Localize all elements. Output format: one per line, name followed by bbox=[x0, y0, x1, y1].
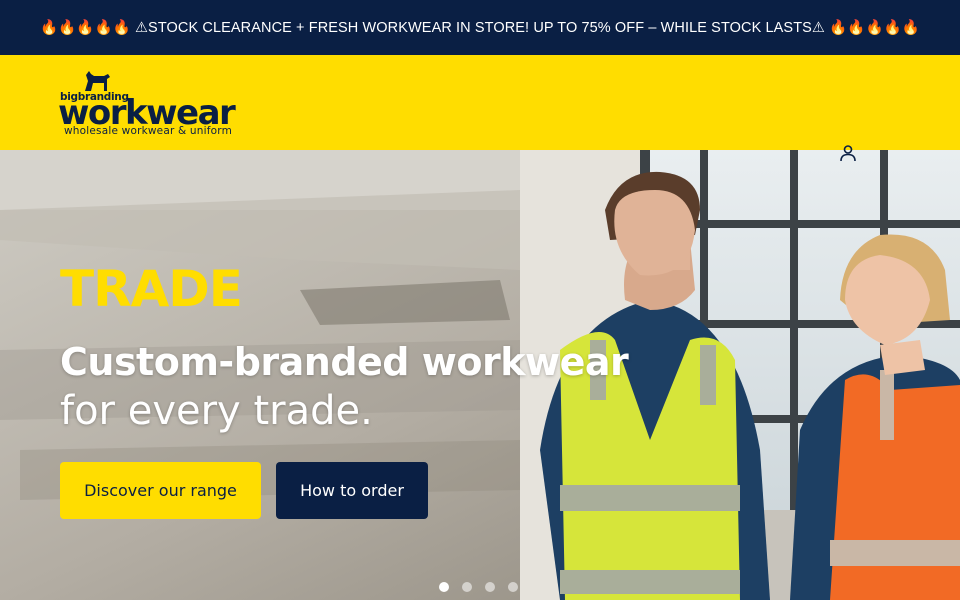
logo-tagline: wholesale workwear & uniform bbox=[64, 125, 233, 137]
carousel-pagination bbox=[439, 582, 518, 592]
how-to-order-button[interactable]: How to order bbox=[276, 462, 428, 519]
carousel-dot-2[interactable] bbox=[462, 582, 472, 592]
carousel-dot-4[interactable] bbox=[508, 582, 518, 592]
user-icon bbox=[840, 145, 856, 162]
hero-title: Custom-branded workwear bbox=[60, 340, 629, 384]
account-button[interactable] bbox=[838, 143, 858, 163]
hero-eyebrow: TRADE bbox=[60, 260, 243, 318]
logo[interactable]: bigbranding workwear wholesale workwear … bbox=[58, 67, 258, 141]
announcement-text: 🔥🔥🔥🔥🔥 ⚠STOCK CLEARANCE + FRESH WORKWEAR … bbox=[40, 20, 920, 36]
discover-range-button[interactable]: Discover our range bbox=[60, 462, 261, 519]
announcement-bar: 🔥🔥🔥🔥🔥 ⚠STOCK CLEARANCE + FRESH WORKWEAR … bbox=[0, 0, 960, 55]
carousel-dot-1[interactable] bbox=[439, 582, 449, 592]
site-header: bigbranding workwear wholesale workwear … bbox=[0, 55, 960, 150]
carousel-dot-3[interactable] bbox=[485, 582, 495, 592]
hero-subtitle: for every trade. bbox=[60, 388, 373, 434]
dog-logo-icon bbox=[85, 71, 110, 91]
